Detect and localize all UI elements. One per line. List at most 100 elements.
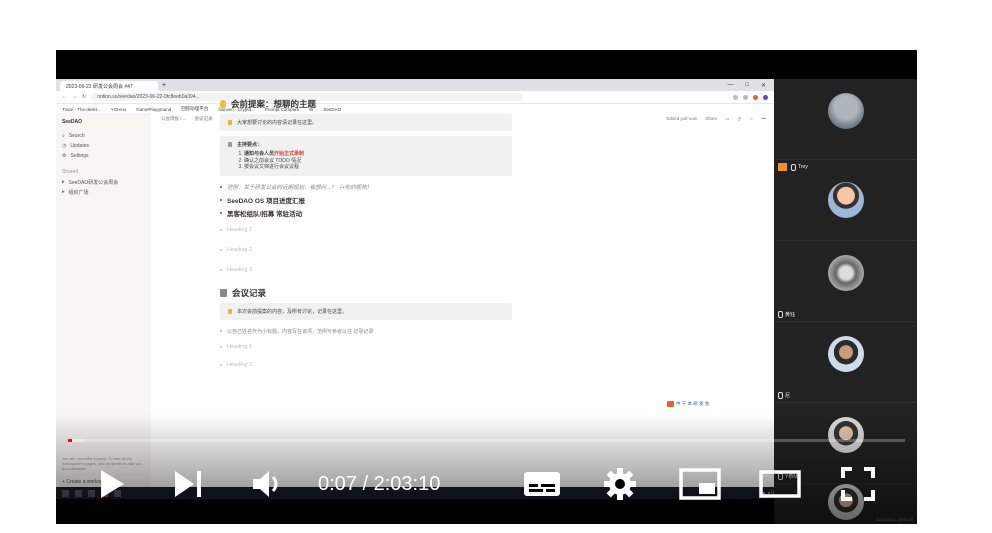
workspace-name[interactable]: SeeDAO: [56, 117, 151, 127]
sidebar-page-label: 组织广场: [68, 189, 89, 196]
volume-button[interactable]: [248, 456, 288, 512]
list-item[interactable]: 以自己姓名作为小标题，内容写在该项，范例可参考以往 记录记录: [220, 325, 512, 338]
share-button[interactable]: Share: [705, 116, 717, 122]
bullet-text: Heading 1: [227, 343, 253, 350]
list-item[interactable]: Heading 1: [220, 338, 512, 356]
list-item[interactable]: SeeDAO OS 项目进度汇报: [220, 194, 512, 207]
bullet-text: Heading 2: [227, 246, 253, 253]
miniplayer-button[interactable]: [678, 456, 722, 512]
maximize-icon[interactable]: □: [745, 82, 749, 89]
host-notes-list: 通知与会人员开始正式录制 确认之前会议 TODO 情况 按会议文档进行会议议程: [228, 151, 504, 171]
browser-tab[interactable]: 2023-06-22 研发公会周会 #47: [60, 81, 158, 91]
back-icon[interactable]: ←: [62, 94, 67, 100]
star-icon[interactable]: ☆: [749, 116, 753, 122]
theater-mode-button[interactable]: [758, 456, 802, 512]
participant-tile[interactable]: Trey: [774, 160, 917, 241]
heading-minutes: 会议记录: [220, 286, 512, 300]
extension-icon[interactable]: [743, 94, 748, 100]
comment-icon[interactable]: ▭: [725, 116, 729, 122]
callout-minutes[interactable]: 本次会前提案的内容，及所有讨论，记录在这里。: [220, 302, 512, 320]
participant-name: 尼: [778, 392, 790, 399]
bullet-icon: [220, 228, 222, 231]
participant-tile[interactable]: 尼: [774, 322, 917, 403]
sidebar-item-label: Updates: [70, 143, 89, 149]
breadcrumb-item[interactable]: 会议记录: [195, 116, 213, 122]
participant-tile[interactable]: 黄钰: [774, 241, 917, 322]
extension-icon[interactable]: [753, 94, 758, 100]
participant-name: Trey: [778, 163, 808, 171]
bullet-icon: [220, 212, 222, 214]
list-item[interactable]: 范例：关于研发公会的近期规划，我想问...？（+你的昵称）: [220, 181, 512, 194]
bullet-icon: [220, 268, 222, 271]
sidebar-item-search[interactable]: ⌕ Search: [56, 131, 151, 141]
clock-icon[interactable]: ◷: [737, 116, 741, 122]
subtitles-button[interactable]: [520, 456, 564, 512]
bullet-text: Heading 2: [227, 361, 253, 368]
sidebar-page-label: SeeDAO研发公会周会: [68, 179, 119, 186]
browser-tab-bar: 2023-06-22 研发公会周会 #47 + — □ ✕: [56, 79, 774, 91]
bullet-text: 范例：关于研发公会的近期规划，我想问...？（+你的昵称）: [227, 185, 373, 191]
red-highlight: 开始正式录制: [274, 151, 305, 157]
bullet-icon: [220, 186, 222, 188]
page-icon: ▸: [62, 179, 65, 185]
list-item[interactable]: Heading 2: [220, 356, 512, 374]
heading-text: 会议记录: [232, 287, 267, 298]
sidebar-item-updates[interactable]: ◷ Updates: [56, 141, 151, 151]
list-item[interactable]: Heading 3: [220, 260, 512, 280]
name-label: Trey: [798, 164, 808, 170]
play-button[interactable]: [92, 456, 132, 512]
callout-icon: [228, 120, 232, 125]
callout-proposal[interactable]: 大家想要讨论的内容请记录在这里。: [220, 114, 512, 131]
pin-icon: [228, 142, 232, 147]
fullscreen-button[interactable]: [838, 456, 878, 512]
bullet-icon: [220, 330, 222, 332]
bookmark[interactable]: 回程助理平台: [181, 106, 208, 112]
bullet-icon: [220, 248, 222, 251]
mic-icon: [778, 392, 783, 399]
sidebar-section-label: Shared: [62, 169, 79, 175]
list-item[interactable]: 黑客松组队/招募 常驻活动: [220, 207, 512, 220]
forward-icon[interactable]: →: [72, 94, 77, 100]
close-icon[interactable]: ✕: [761, 82, 766, 89]
profile-icon[interactable]: [763, 94, 768, 100]
avatar: [828, 417, 864, 453]
mic-icon: [791, 163, 796, 171]
progress-bar[interactable]: [68, 439, 905, 442]
callout-text: 本次会前提案的内容，及所有讨论，记录在这里。: [237, 308, 348, 315]
list-item[interactable]: Heading 2: [220, 240, 512, 260]
avatar: [828, 93, 864, 129]
next-icon: [175, 471, 201, 497]
extension-icon[interactable]: [733, 94, 738, 100]
bookmark[interactable]: YOHHo: [111, 107, 127, 112]
miniplayer-icon: [679, 468, 721, 500]
edited-status: Edited just now: [666, 115, 697, 121]
guild-logo: 中 宁 本 研 发 会: [667, 401, 709, 407]
callout-host-notes[interactable]: 主持要点： 通知与会人员开始正式录制 确认之前会议 TODO 情况 按会议文档进…: [220, 136, 512, 176]
notion-sidebar: SeeDAO ⌕ Search ◷ Updates ⚙ Settings Shared…: [56, 113, 151, 489]
next-button[interactable]: [168, 456, 208, 512]
sidebar-item-settings[interactable]: ⚙ Settings: [56, 151, 151, 161]
participant-name: 黄钰: [778, 311, 795, 318]
breadcrumb-item[interactable]: 公会周报 / ...: [161, 116, 187, 122]
bookmark[interactable]: GamePlayground: [136, 107, 171, 112]
sidebar-page[interactable]: ▸ 组织广场: [56, 187, 151, 197]
minimize-icon[interactable]: —: [727, 82, 733, 89]
time-display: 0:07 / 2:03:10: [318, 472, 441, 495]
video-player[interactable]: 2023-06-22 研发公会周会 #47 + — □ ✕ ← → ↻ notion…: [56, 50, 917, 524]
settings-gear-icon: [604, 468, 636, 500]
more-icon[interactable]: •••: [761, 116, 766, 122]
reload-icon[interactable]: ↻: [82, 94, 86, 100]
bookmark[interactable]: Trace - The deskt...: [62, 107, 101, 112]
speaking-badge-icon: [778, 163, 787, 171]
bullet-text: Heading 1: [227, 226, 253, 233]
list-item[interactable]: Heading 1: [220, 220, 512, 240]
timestamp-overlay: 2023/06/22 20:01:08: [876, 517, 913, 522]
search-icon: ⌕: [62, 133, 65, 139]
page-actions: Edited just now Share ▭ ◷ ☆ •••: [666, 116, 774, 122]
participant-tile[interactable]: [774, 79, 917, 160]
lightbulb-icon: [220, 100, 226, 108]
sidebar-item-label: Search: [68, 133, 85, 139]
settings-button[interactable]: [600, 456, 640, 512]
new-tab-icon[interactable]: +: [162, 82, 166, 89]
sidebar-page[interactable]: ▸ SeeDAO研发公会周会: [56, 177, 151, 187]
